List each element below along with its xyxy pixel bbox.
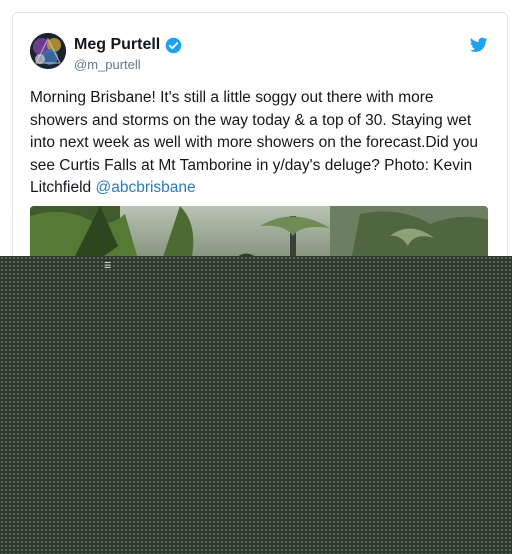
handle[interactable]: @m_purtell [74,56,182,74]
verified-badge-icon [165,37,182,54]
twitter-bird-icon[interactable] [469,37,488,53]
avatar-image [30,33,66,69]
menu-icon: ☰ [104,261,112,270]
overlay-panel [0,256,512,554]
tweet-header: Meg Purtell @m_purtell [30,33,490,73]
tweet-text: Morning Brisbane! It's still a little so… [30,87,492,200]
page: Meg Purtell @m_purtell Morning Brisbane!… [0,0,512,554]
mention-link[interactable]: @abcbrisbane [95,179,195,196]
avatar[interactable] [30,33,66,69]
display-name-row: Meg Purtell [74,35,182,55]
display-name[interactable]: Meg Purtell [74,35,160,55]
author-block[interactable]: Meg Purtell @m_purtell [74,35,182,74]
